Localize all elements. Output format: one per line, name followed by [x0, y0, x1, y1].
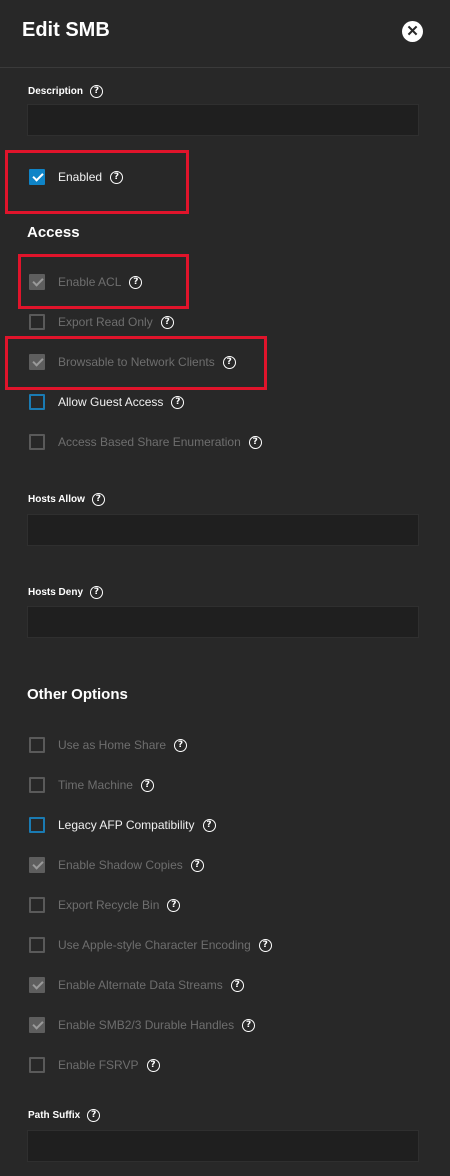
- checkbox[interactable]: [29, 817, 45, 833]
- checkbox-label: Access Based Share Enumeration: [58, 435, 241, 449]
- checkbox: [29, 314, 45, 330]
- checkbox: [29, 737, 45, 753]
- checkbox-label: Allow Guest Access: [58, 395, 164, 409]
- description-label: Description?: [28, 85, 104, 98]
- path-suffix-label-text: Path Suffix: [28, 1110, 81, 1122]
- dialog-header: Edit SMB ✕: [0, 0, 450, 68]
- hosts-allow-label-text: Hosts Allow: [28, 494, 85, 506]
- checkbox: [29, 1017, 45, 1033]
- help-icon[interactable]: ?: [242, 1018, 256, 1032]
- checkbox-label: Use as Home Share: [58, 738, 167, 752]
- close-icon[interactable]: ✕: [402, 21, 423, 42]
- checkbox-row: Enable Shadow Copies?: [29, 856, 204, 874]
- help-icon[interactable]: ?: [258, 938, 272, 952]
- description-input[interactable]: [27, 104, 419, 136]
- help-icon[interactable]: ?: [91, 493, 105, 506]
- checkbox-row[interactable]: Allow Guest Access?: [29, 393, 185, 411]
- highlight-box-acl: [18, 254, 189, 309]
- help-icon[interactable]: ?: [90, 85, 104, 98]
- checkbox: [29, 1057, 45, 1073]
- checkbox: [29, 937, 45, 953]
- checkbox: [29, 977, 45, 993]
- checkbox-label: Use Apple-style Character Encoding: [58, 938, 251, 952]
- hosts-allow-input[interactable]: [27, 514, 419, 546]
- checkbox-label: Enable SMB2/3 Durable Handles: [58, 1018, 235, 1032]
- help-icon[interactable]: ?: [248, 435, 262, 449]
- help-icon[interactable]: ?: [190, 858, 204, 872]
- help-icon[interactable]: ?: [230, 978, 244, 992]
- checkbox-row: Use as Home Share?: [29, 736, 188, 754]
- checkbox-row: Access Based Share Enumeration?: [29, 433, 262, 451]
- checkbox-row: Enable FSRVP?: [29, 1056, 160, 1074]
- hosts-deny-label: Hosts Deny?: [28, 586, 104, 599]
- checkbox-row: Export Recycle Bin?: [29, 896, 181, 914]
- checkbox: [29, 777, 45, 793]
- path-suffix-input[interactable]: [27, 1130, 419, 1162]
- description-label-text: Description: [28, 86, 84, 98]
- hosts-deny-label-text: Hosts Deny: [28, 587, 84, 599]
- checkbox-label: Export Recycle Bin: [58, 898, 160, 912]
- checkbox-label: Enable FSRVP: [58, 1058, 139, 1072]
- highlight-box-enabled: [5, 150, 189, 214]
- checkbox: [29, 434, 45, 450]
- checkbox-label: Enable Shadow Copies: [58, 858, 183, 872]
- help-icon[interactable]: ?: [90, 586, 104, 599]
- checkbox-label: Enable Alternate Data Streams: [58, 978, 223, 992]
- checkbox: [29, 897, 45, 913]
- help-icon[interactable]: ?: [167, 898, 181, 912]
- checkbox-row: Use Apple-style Character Encoding?: [29, 936, 272, 954]
- help-icon[interactable]: ?: [140, 778, 154, 792]
- help-icon[interactable]: ?: [160, 315, 174, 329]
- help-icon[interactable]: ?: [174, 738, 188, 752]
- help-icon[interactable]: ?: [171, 395, 185, 409]
- help-icon[interactable]: ?: [202, 818, 216, 832]
- checkbox[interactable]: [29, 394, 45, 410]
- highlight-box-browsable: [5, 336, 267, 390]
- section-access: Access: [27, 224, 80, 241]
- help-icon[interactable]: ?: [146, 1058, 160, 1072]
- help-icon[interactable]: ?: [87, 1109, 101, 1122]
- checkbox-label: Legacy AFP Compatibility: [58, 818, 195, 832]
- section-other-options: Other Options: [27, 686, 128, 703]
- path-suffix-label: Path Suffix?: [28, 1109, 101, 1122]
- checkbox-row[interactable]: Legacy AFP Compatibility?: [29, 816, 216, 834]
- checkbox-row: Enable SMB2/3 Durable Handles?: [29, 1016, 256, 1034]
- checkbox-label: Time Machine: [58, 778, 133, 792]
- checkbox-row: Time Machine?: [29, 776, 154, 794]
- checkbox-row: Export Read Only?: [29, 313, 174, 331]
- hosts-deny-input[interactable]: [27, 606, 419, 638]
- dialog-title: Edit SMB: [22, 19, 110, 41]
- hosts-allow-label: Hosts Allow?: [28, 493, 105, 506]
- checkbox-label: Export Read Only: [58, 315, 153, 329]
- checkbox: [29, 857, 45, 873]
- checkbox-row: Enable Alternate Data Streams?: [29, 976, 244, 994]
